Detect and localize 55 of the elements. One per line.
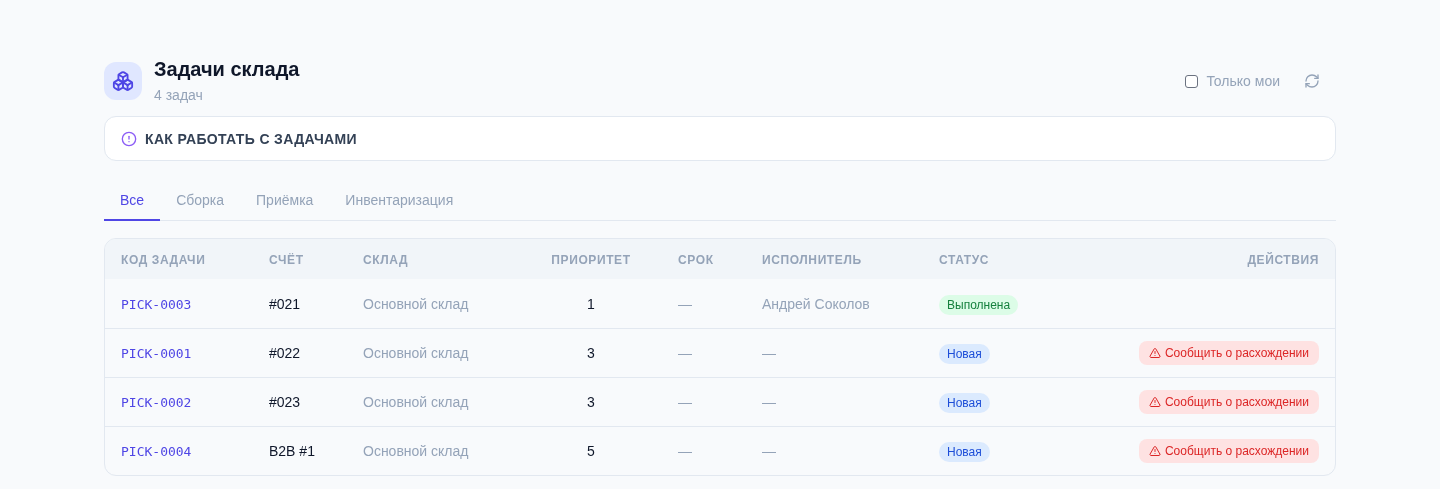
tab[interactable]: Сборка [160, 181, 241, 221]
invoice-cell: #022 [269, 345, 301, 361]
due-cell: — [678, 295, 692, 312]
column-header: СРОК [678, 253, 714, 267]
status-badge: Новая [938, 344, 990, 364]
priority-cell: 5 [587, 443, 595, 459]
report-discrepancy-button[interactable]: Сообщить о расхождении [1138, 341, 1319, 365]
report-discrepancy-button[interactable]: Сообщить о расхождении [1138, 439, 1319, 463]
status-badge: Выполнена [939, 294, 1019, 315]
only-mine-label[interactable]: Только мои [1206, 71, 1280, 91]
assignee-cell: — [762, 345, 776, 361]
task-code-link[interactable]: PICK-0002 [121, 395, 192, 410]
assignee-cell: Андрей Соколов [762, 295, 870, 312]
tab[interactable]: Приёмка [240, 181, 330, 221]
column-header: СКЛАД [363, 253, 409, 267]
column-header: ИСПОЛНИТЕЛЬ [762, 253, 862, 267]
page-title: Задачи склада [154, 57, 300, 81]
column-header: ПРИОРИТЕТ [551, 253, 631, 267]
assignee-cell: — [762, 394, 776, 410]
column-header: СЧЁТ [269, 253, 304, 267]
invoice-cell: #023 [269, 394, 301, 410]
help-panel[interactable]: КАК РАБОТАТЬ С ЗАДАЧАМИ [104, 116, 1336, 161]
assignee-cell: — [762, 443, 776, 459]
task-code-link[interactable]: PICK-0004 [121, 444, 192, 459]
status-badge: Новая [938, 393, 990, 413]
invoice-cell: #021 [269, 295, 301, 312]
boxes-icon [112, 70, 134, 92]
help-title: КАК РАБОТАТЬ С ЗАДАЧАМИ [145, 129, 357, 149]
warning-icon [1148, 445, 1161, 457]
column-header: ДЕЙСТВИЯ [1247, 253, 1319, 267]
task-count: 4 задач [154, 86, 204, 105]
warehouse-cell: Основной склад [363, 394, 469, 410]
warning-icon [1148, 396, 1161, 408]
status-badge: Новая [938, 442, 990, 462]
column-header: КОД ЗАДАЧИ [121, 253, 206, 267]
tab[interactable]: Инвентаризация [329, 181, 470, 221]
invoice-cell: B2B #1 [269, 443, 315, 459]
warehouse-cell: Основной склад [363, 345, 469, 361]
refresh-icon[interactable] [1304, 73, 1320, 89]
warning-icon [1148, 347, 1161, 359]
priority-cell: 1 [587, 295, 595, 312]
warehouse-cell: Основной склад [363, 295, 469, 312]
task-code-link[interactable]: PICK-0003 [121, 296, 192, 312]
warehouse-cell: Основной склад [363, 443, 469, 459]
report-discrepancy-button[interactable]: Сообщить о расхождении [1138, 390, 1319, 414]
due-cell: — [678, 443, 692, 459]
only-mine-checkbox[interactable] [1185, 74, 1199, 88]
priority-cell: 3 [587, 394, 595, 410]
due-cell: — [678, 394, 692, 410]
due-cell: — [678, 345, 692, 361]
column-header: СТАТУС [939, 253, 990, 267]
tab[interactable]: Все [104, 181, 161, 221]
task-code-link[interactable]: PICK-0001 [121, 346, 192, 361]
priority-cell: 3 [587, 345, 595, 361]
info-icon [121, 130, 137, 147]
